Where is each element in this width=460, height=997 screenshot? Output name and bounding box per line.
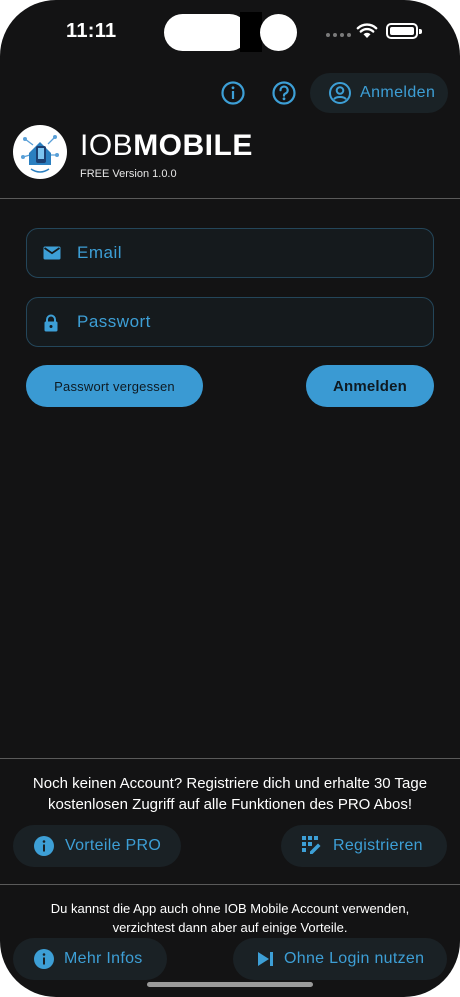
brand-name-light: IOB [80, 129, 134, 162]
use-without-login-button[interactable]: Ohne Login nutzen [233, 938, 447, 980]
brand-name: IOBMOBILE [80, 129, 253, 163]
app-logo [13, 125, 67, 179]
home-indicator[interactable] [147, 982, 313, 987]
version-label: FREE Version 1.0.0 [80, 168, 177, 180]
forgot-password-button[interactable]: Passwort vergessen [26, 365, 203, 407]
dynamic-island-right [260, 14, 297, 51]
mail-icon [43, 246, 61, 260]
register-edit-icon [302, 836, 321, 854]
guest-info-text: Du kannst die App auch ohne IOB Mobile A… [50, 901, 410, 935]
pro-benefits-button[interactable]: Vorteile PRO [13, 825, 181, 867]
skip-next-icon [258, 952, 273, 966]
wifi-icon [356, 23, 378, 38]
lock-icon [44, 314, 58, 332]
info-filled-icon [34, 949, 54, 969]
email-input[interactable] [77, 229, 417, 277]
register-button[interactable]: Registrieren [281, 825, 447, 867]
brand-name-bold: MOBILE [133, 129, 253, 162]
dynamic-island-bridge [240, 12, 262, 52]
info-filled-icon [34, 836, 54, 856]
help-circle-icon[interactable] [271, 80, 297, 106]
email-field[interactable] [26, 228, 434, 278]
register-label: Registrieren [333, 837, 423, 854]
register-info-text: Noch keinen Account? Registriere dich un… [32, 775, 428, 813]
more-info-label: Mehr Infos [64, 950, 143, 967]
account-circle-icon [329, 82, 351, 104]
header-divider [0, 198, 460, 199]
app-screen: 11:11 Anmelden IOBMOBILE FREE Version 1.… [0, 0, 460, 997]
status-time: 11:11 [66, 20, 117, 42]
password-field[interactable] [26, 297, 434, 347]
more-info-button[interactable]: Mehr Infos [13, 938, 167, 980]
use-without-login-label: Ohne Login nutzen [284, 950, 425, 967]
info-circle-icon[interactable] [220, 80, 246, 106]
signal-icon [326, 33, 351, 37]
battery-icon [386, 23, 422, 39]
header-login-label: Anmelden [360, 84, 436, 101]
password-input[interactable] [77, 298, 417, 346]
register-divider [0, 758, 460, 759]
pro-benefits-label: Vorteile PRO [65, 837, 162, 854]
header-login-button[interactable]: Anmelden [310, 73, 448, 113]
login-button[interactable]: Anmelden [306, 365, 434, 407]
dynamic-island-left [164, 14, 248, 51]
guest-divider [0, 884, 460, 885]
